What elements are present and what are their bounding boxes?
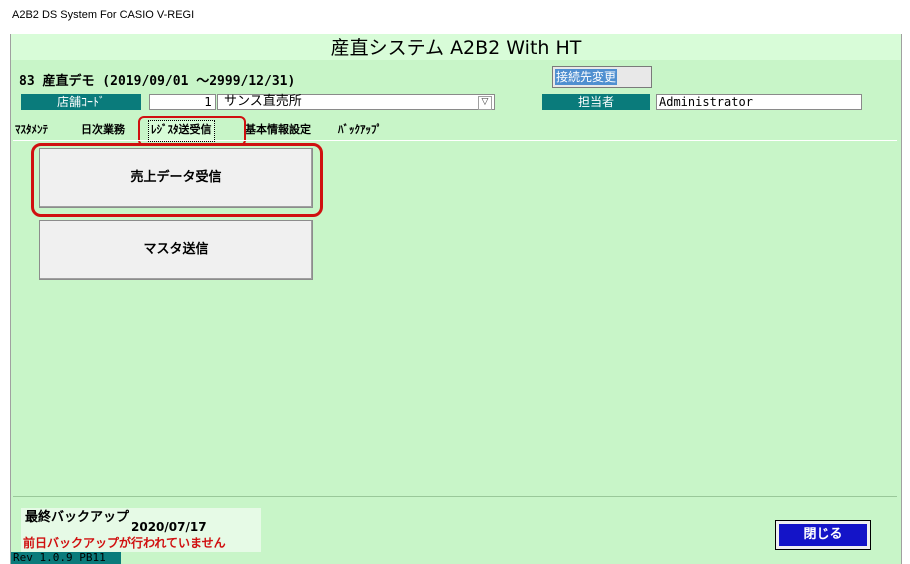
tab-highlight-box <box>138 116 246 146</box>
tab-backup[interactable]: ﾊﾞｯｸｱｯﾌﾟ <box>338 120 382 140</box>
button-highlight-box <box>31 143 323 217</box>
store-code-field[interactable]: 1 <box>149 94 216 110</box>
app-header: 産直システム A2B2 With HT <box>11 34 901 60</box>
backup-warning: 前日バックアップが行われていません <box>23 536 226 550</box>
window-title: A2B2 DS System For CASIO V-REGI <box>12 9 195 21</box>
tab-divider <box>13 140 897 141</box>
close-button[interactable]: 閉じる <box>775 520 871 550</box>
chevron-down-icon[interactable]: ▽ <box>478 96 492 110</box>
tab-master-maintenance[interactable]: ﾏｽﾀﾒﾝﾃ <box>15 120 48 140</box>
tab-daily-work[interactable]: 日次業務 <box>81 120 125 140</box>
close-button-label: 閉じる <box>779 524 867 546</box>
store-code-label: 店舗ｺｰﾄﾞ <box>21 94 141 110</box>
last-backup-title: 最終バックアップ <box>25 510 130 525</box>
send-master-button[interactable]: マスタ送信 <box>39 220 313 280</box>
staff-field: Administrator <box>656 94 862 110</box>
store-select[interactable]: サンス直売所 ▽ <box>217 94 495 110</box>
change-connection-button[interactable]: 接続先変更 <box>552 66 652 88</box>
app-frame: 産直システム A2B2 With HT 83 産直デモ (2019/09/01 … <box>10 34 902 564</box>
store-info-line: 83 産直デモ (2019/09/01 ～2999/12/31) <box>19 74 296 89</box>
last-backup-date: 2020/07/17 <box>131 520 207 534</box>
version-label: Rev 1.0.9 PB11 <box>11 552 121 564</box>
staff-label: 担当者 <box>542 94 650 110</box>
change-connection-label: 接続先変更 <box>555 69 617 85</box>
footer-divider <box>13 496 897 497</box>
store-select-value: サンス直売所 <box>224 94 302 109</box>
tab-basic-settings[interactable]: 基本情報設定 <box>245 120 311 140</box>
window-title-bar: A2B2 DS System For CASIO V-REGI <box>0 0 910 34</box>
